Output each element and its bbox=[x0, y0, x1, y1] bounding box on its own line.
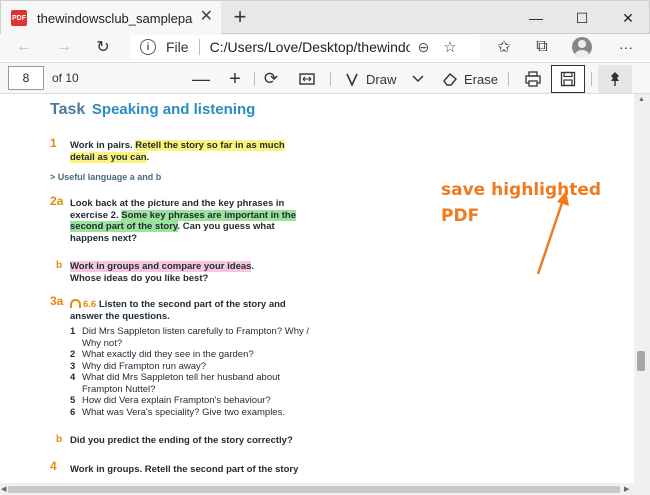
chevron-down-icon[interactable] bbox=[410, 67, 426, 91]
avatar[interactable] bbox=[572, 37, 592, 57]
zoom-in-icon[interactable]: + bbox=[226, 67, 244, 91]
question-3b: Did you predict the ending of the story … bbox=[70, 435, 293, 446]
favorites-list-icon[interactable]: ✩ bbox=[492, 36, 516, 58]
refresh-icon[interactable]: ↻ bbox=[91, 36, 115, 58]
url-scheme-label: File bbox=[166, 39, 189, 55]
zoom-out-icon[interactable]: — bbox=[192, 67, 210, 91]
scrollbar-thumb[interactable] bbox=[8, 486, 620, 493]
list-item: 6 What was Vera's speciality? Give two ex… bbox=[70, 406, 285, 418]
annotation-line: save highlighted bbox=[441, 180, 602, 200]
address-bar: ← → ↻ i File C:/Users/Love/Desktop/thewi… bbox=[0, 34, 650, 60]
list-item: 1 Did Mrs Sappleton listen carefully to F… bbox=[70, 326, 310, 349]
toolbar-divider bbox=[254, 72, 255, 86]
close-tab-icon[interactable]: ✕ bbox=[200, 9, 213, 25]
scroll-left-icon[interactable]: ◀ bbox=[1, 485, 6, 493]
task-heading: Task Speaking and listening bbox=[50, 101, 256, 118]
erase-icon bbox=[443, 73, 457, 86]
task-label: Task bbox=[50, 101, 86, 118]
pdf-file-icon: PDF bbox=[11, 10, 27, 26]
info-icon[interactable]: i bbox=[140, 39, 156, 55]
question-number: 4 bbox=[50, 459, 57, 473]
rotate-icon[interactable]: ⟳ bbox=[262, 67, 280, 91]
erase-button[interactable]: Erase bbox=[442, 67, 498, 91]
useful-language-link: > Useful language a and b bbox=[50, 172, 162, 182]
question-1: Work in pairs. Retell the story so far i… bbox=[70, 140, 310, 163]
close-window-button[interactable]: ✕ bbox=[605, 1, 650, 35]
headphones-icon bbox=[70, 299, 81, 308]
print-icon[interactable] bbox=[524, 67, 542, 91]
page-total: of 10 bbox=[52, 71, 79, 85]
list-item: 3 Why did Frampton run away? bbox=[70, 360, 207, 372]
minimize-button[interactable]: — bbox=[513, 1, 559, 35]
title-bar: PDF thewindowsclub_samplepages.pdf ✕ + —… bbox=[0, 0, 650, 35]
list-item: 4 What did Mrs Sappleton tell her husband… bbox=[70, 372, 281, 395]
annotation-line: PDF bbox=[441, 206, 480, 226]
save-icon bbox=[560, 71, 576, 87]
url-divider bbox=[198, 39, 200, 55]
zoom-icon[interactable]: ⊖ bbox=[418, 39, 430, 56]
save-button[interactable] bbox=[551, 65, 585, 93]
horizontal-scrollbar[interactable]: ◀ ▶ bbox=[0, 483, 650, 495]
question-4: Work in groups. Retell the second part o… bbox=[70, 464, 299, 475]
fit-page-icon[interactable] bbox=[298, 67, 316, 91]
vertical-scrollbar[interactable]: ▲ bbox=[634, 94, 650, 483]
url-text[interactable]: C:/Users/Love/Desktop/thewindowsclub_sam… bbox=[210, 39, 410, 55]
question-number: 1 bbox=[50, 136, 57, 150]
page-number-input[interactable]: 8 bbox=[8, 66, 44, 90]
scrollbar-thumb[interactable] bbox=[637, 351, 645, 371]
toolbar-divider bbox=[591, 72, 592, 86]
tab-title: thewindowsclub_samplepages.pdf bbox=[37, 10, 193, 26]
draw-label: Draw bbox=[366, 71, 397, 87]
question-number: 2a bbox=[50, 194, 64, 208]
audio-track-number: 6.6 bbox=[83, 299, 97, 310]
scroll-right-icon[interactable]: ▶ bbox=[624, 485, 629, 493]
question-text: Listen to the second part of the story a… bbox=[70, 299, 286, 322]
question-text: . bbox=[251, 261, 255, 272]
highlighted-text: Work in groups and compare your ideas bbox=[70, 261, 252, 272]
question-number: b bbox=[56, 434, 63, 445]
erase-label: Erase bbox=[464, 71, 498, 87]
question-list: 1 Did Mrs Sappleton listen carefully to F… bbox=[70, 326, 310, 418]
toolbar-divider bbox=[330, 72, 331, 86]
forward-icon[interactable]: → bbox=[52, 36, 76, 58]
question-3a: 6.6 Listen to the second part of the sto… bbox=[70, 299, 310, 322]
annotation-callout: save highlighted PDF bbox=[441, 177, 641, 229]
favorite-icon[interactable]: ☆ bbox=[443, 38, 456, 56]
pin-icon bbox=[611, 72, 619, 86]
back-icon[interactable]: ← bbox=[12, 36, 36, 58]
pdf-toolbar: 8 of 10 — + ⟳ Draw Erase bbox=[0, 62, 650, 94]
toolbar-divider bbox=[508, 72, 509, 86]
pin-button[interactable] bbox=[598, 65, 632, 93]
question-number: b bbox=[56, 260, 63, 271]
question-text: Whose ideas do you like best? bbox=[70, 272, 209, 284]
draw-button[interactable]: Draw bbox=[344, 67, 396, 91]
question-2b: Work in groups and compare your ideas. W… bbox=[70, 261, 310, 284]
question-number: 3a bbox=[50, 294, 64, 308]
question-2a: Look back at the picture and the key phr… bbox=[70, 198, 310, 244]
question-text: Work in pairs. bbox=[70, 140, 136, 151]
task-title: Speaking and listening bbox=[91, 101, 256, 118]
question-text: . bbox=[146, 151, 150, 163]
maximize-button[interactable]: ☐ bbox=[559, 1, 605, 35]
list-item: 2 What exactly did they see in the garden… bbox=[70, 349, 254, 360]
more-icon[interactable]: ··· bbox=[614, 36, 638, 58]
browser-tab[interactable]: PDF thewindowsclub_samplepages.pdf ✕ bbox=[1, 1, 221, 35]
pdf-document-area: Task Speaking and listening 1 Work in pa… bbox=[0, 94, 650, 483]
draw-icon bbox=[346, 73, 358, 87]
collections-icon[interactable]: ⧉ bbox=[530, 36, 554, 58]
url-box[interactable]: i File C:/Users/Love/Desktop/thewindowsc… bbox=[130, 35, 480, 59]
scroll-up-icon[interactable]: ▲ bbox=[638, 96, 645, 103]
list-item: 5 How did Vera explain Frampton's behavio… bbox=[70, 395, 271, 406]
new-tab-button[interactable]: + bbox=[228, 5, 252, 29]
